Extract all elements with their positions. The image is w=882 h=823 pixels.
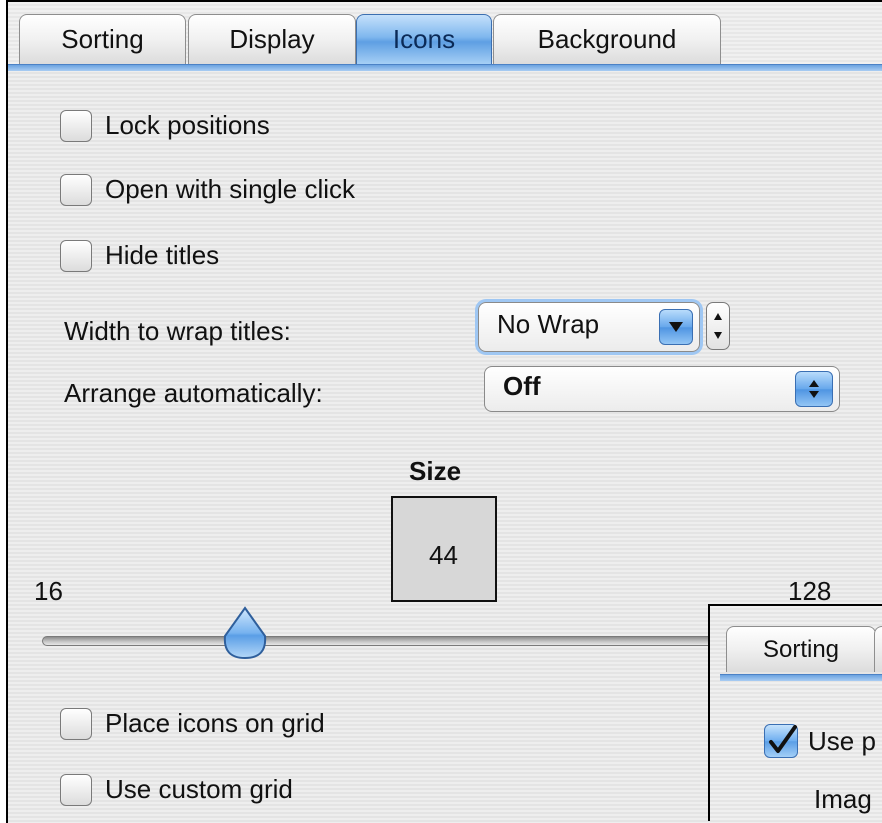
chevron-down-icon [669, 322, 683, 332]
overlay-image-label: Imag [814, 784, 872, 814]
custom-grid-label: Use custom grid [105, 774, 293, 804]
overlay-use-checkbox[interactable] [764, 724, 798, 758]
lock-positions-label: Lock positions [105, 110, 270, 140]
size-title: Size [409, 456, 462, 486]
arrange-dropdown-button[interactable] [795, 371, 833, 407]
secondary-preferences-panel: Sorting Use p Imag [708, 604, 882, 821]
overlay-use-label: Use p [808, 726, 876, 756]
tab-bar: Sorting Display Icons Background [8, 2, 882, 71]
wrap-titles-dropdown-button[interactable] [659, 309, 693, 345]
size-slider-track[interactable] [42, 636, 802, 646]
tab-icons[interactable]: Icons [356, 14, 492, 64]
tab-icons-label: Icons [392, 24, 456, 54]
place-icons-grid-label: Place icons on grid [105, 708, 325, 738]
overlay-tab-sorting-label: Sorting [762, 635, 840, 663]
tab-display[interactable]: Display [188, 14, 356, 64]
size-max-label: 128 [788, 576, 832, 606]
wrap-titles-popup[interactable]: No Wrap [478, 302, 700, 352]
tab-background-label: Background [537, 24, 677, 54]
tab-divider [8, 64, 882, 71]
overlay-tab-divider [720, 674, 882, 681]
hide-titles-label: Hide titles [105, 240, 220, 270]
tab-display-label: Display [229, 24, 315, 54]
hide-titles-checkbox[interactable] [60, 240, 92, 272]
overlay-tab-sorting[interactable]: Sorting [726, 626, 876, 672]
custom-grid-checkbox[interactable] [60, 774, 92, 806]
size-slider-thumb[interactable] [221, 606, 269, 662]
tab-background[interactable]: Background [493, 14, 721, 64]
tab-sorting-label: Sorting [61, 24, 144, 54]
open-single-click-label: Open with single click [105, 174, 355, 204]
checkmark-icon [769, 725, 797, 753]
arrange-automatically-label: Arrange automatically: [64, 378, 323, 408]
lock-positions-checkbox[interactable] [60, 110, 92, 142]
wrap-titles-value: No Wrap [497, 309, 600, 339]
wrap-titles-label: Width to wrap titles: [64, 316, 291, 346]
tab-sorting[interactable]: Sorting [19, 14, 186, 64]
size-value: 44 [429, 540, 458, 570]
size-preview-box: 44 [391, 496, 497, 602]
stepper-arrows-icon [714, 313, 722, 339]
arrange-automatically-popup[interactable]: Off [484, 366, 840, 412]
arrange-automatically-value: Off [503, 371, 541, 401]
open-single-click-checkbox[interactable] [60, 174, 92, 206]
overlay-tab-next[interactable] [874, 626, 882, 672]
size-min-label: 16 [34, 576, 63, 606]
wrap-titles-stepper[interactable] [706, 302, 730, 350]
place-icons-grid-checkbox[interactable] [60, 708, 92, 740]
up-down-arrows-icon [809, 380, 819, 398]
